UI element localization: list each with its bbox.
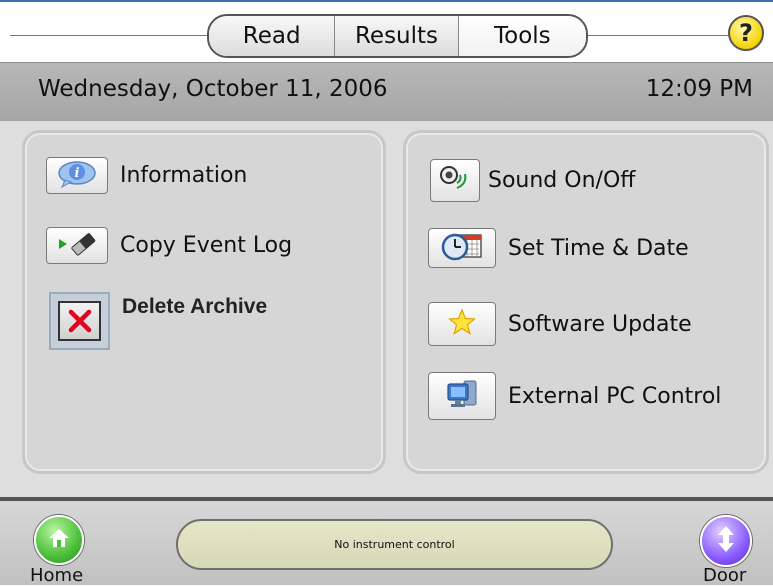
external-pc-control-button[interactable] <box>428 372 496 420</box>
copy-event-log-button[interactable] <box>46 227 108 264</box>
tab-read[interactable]: Read <box>209 16 336 56</box>
delete-archive-item[interactable]: Delete Archive <box>49 292 267 350</box>
tab-results[interactable]: Results <box>335 16 459 56</box>
computer-icon <box>444 377 480 415</box>
help-button[interactable]: ? <box>728 15 764 51</box>
home-label: Home <box>30 565 84 586</box>
software-update-label: Software Update <box>508 311 692 337</box>
delete-archive-label: Delete Archive <box>122 295 268 318</box>
delete-archive-button[interactable] <box>49 292 110 350</box>
external-pc-control-item[interactable]: External PC Control <box>428 372 721 420</box>
help-icon: ? <box>739 19 753 47</box>
status-message: No instrument control <box>176 519 613 570</box>
information-label: Information <box>120 163 248 188</box>
set-time-date-label: Set Time & Date <box>508 235 689 261</box>
clock-calendar-icon <box>439 230 485 266</box>
tab-group: Read Results Tools <box>207 14 588 58</box>
software-update-button[interactable] <box>428 302 496 346</box>
door-button[interactable] <box>700 515 752 567</box>
speaker-icon <box>437 163 473 199</box>
bottom-bar: Home No instrument control Door <box>0 497 773 586</box>
top-accent-line <box>0 0 773 2</box>
star-icon <box>447 308 477 340</box>
top-bar: Read Results Tools ? <box>0 0 773 62</box>
external-pc-control-label: External PC Control <box>508 383 722 409</box>
home-icon <box>45 524 73 556</box>
set-time-date-button[interactable] <box>428 228 496 268</box>
copy-event-log-label: Copy Event Log <box>120 233 293 258</box>
information-button[interactable]: i <box>46 157 108 194</box>
home-button[interactable] <box>34 515 84 565</box>
current-date: Wednesday, October 11, 2006 <box>38 76 388 102</box>
date-time-bar: Wednesday, October 11, 2006 12:09 PM <box>0 62 773 122</box>
set-time-date-item[interactable]: Set Time & Date <box>428 228 689 268</box>
tab-tools[interactable]: Tools <box>458 16 586 56</box>
delete-x-icon <box>58 301 101 341</box>
usb-drive-icon <box>55 230 99 262</box>
sound-toggle-item[interactable]: Sound On/Off <box>430 159 635 202</box>
sound-toggle-button[interactable] <box>430 159 480 202</box>
door-label: Door <box>703 565 747 586</box>
information-item[interactable]: i Information <box>46 157 247 194</box>
software-update-item[interactable]: Software Update <box>428 302 692 346</box>
copy-event-log-item[interactable]: Copy Event Log <box>46 227 292 264</box>
svg-text:i: i <box>75 166 80 181</box>
up-down-arrows-icon <box>712 524 740 558</box>
sound-toggle-label: Sound On/Off <box>488 168 636 193</box>
info-icon: i <box>57 160 97 192</box>
current-time: 12:09 PM <box>645 76 753 102</box>
